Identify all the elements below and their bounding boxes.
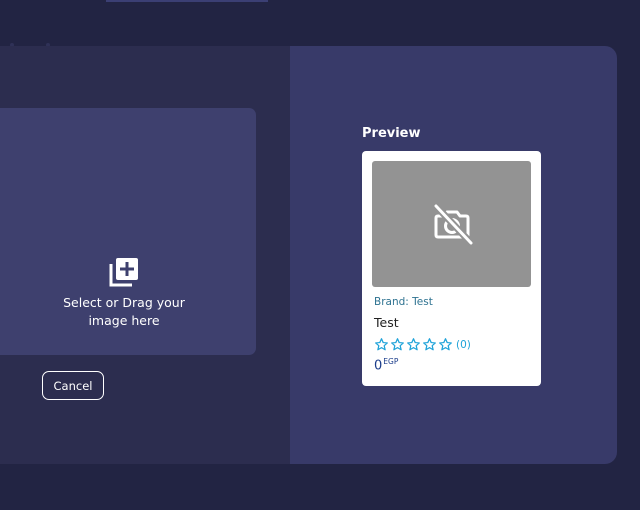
preview-pane: Preview Brand: Test Test (0) 0EGP [290,46,617,464]
product-image-placeholder [372,161,531,287]
star-outline-icon [391,338,404,351]
dropzone-text-line1: Select or Drag your [63,295,185,310]
top-divider [106,0,268,2]
star-outline-icon [439,338,452,351]
star-outline-icon [375,338,388,351]
product-name: Test [374,315,399,330]
price-value: 0 [374,358,383,374]
add-photo-icon [109,258,138,287]
upload-modal: Select or Drag your image here Cancel Pr… [0,46,617,464]
star-outline-icon [407,338,420,351]
preview-title: Preview [362,126,421,141]
image-dropzone[interactable]: Select or Drag your image here [0,108,256,355]
star-outline-icon [423,338,436,351]
cancel-button[interactable]: Cancel [42,371,104,400]
dropzone-text-line2: image here [88,313,160,328]
no-camera-icon [432,203,474,246]
product-card: Brand: Test Test (0) 0EGP [362,151,541,386]
product-brand: Brand: Test [374,296,433,308]
rating-count: (0) [456,338,471,351]
product-price: 0EGP [374,357,398,373]
upload-pane: Select or Drag your image here Cancel [0,46,290,464]
price-currency: EGP [383,357,399,366]
product-rating: (0) [374,337,471,352]
dropzone-text: Select or Drag your image here [44,294,204,330]
